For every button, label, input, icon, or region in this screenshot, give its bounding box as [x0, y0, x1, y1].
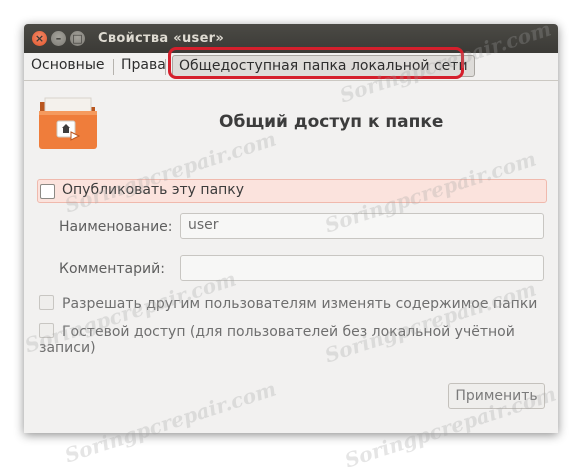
publish-folder-checkbox[interactable]: [40, 184, 55, 199]
tab-highlight-annotation: [168, 47, 464, 79]
close-icon[interactable]: ×: [32, 31, 47, 46]
page-title: Общий доступ к папке: [219, 112, 444, 132]
tab-general[interactable]: Основные: [31, 57, 105, 73]
minimize-icon[interactable]: –: [51, 31, 66, 46]
window-title: Свойства «user»: [98, 31, 225, 46]
guest-access-label: Гостевой доступ (для пользователей без л…: [39, 324, 515, 356]
tab-divider: [165, 59, 166, 75]
properties-window: × – □ Свойства «user» Основные Права Общ…: [24, 24, 558, 433]
allow-modify-checkbox[interactable]: [39, 295, 54, 310]
maximize-icon[interactable]: □: [70, 31, 85, 46]
publish-folder-row[interactable]: Опубликовать эту папку: [37, 179, 547, 203]
guest-access-row[interactable]: Гостевой доступ (для пользователей без л…: [39, 323, 558, 356]
comment-field[interactable]: [180, 255, 544, 281]
allow-modify-label: Разрешать другим пользователям изменять …: [62, 296, 538, 312]
guest-access-checkbox[interactable]: [39, 323, 54, 338]
apply-button[interactable]: Применить: [448, 383, 545, 409]
folder-share-icon: [39, 97, 97, 149]
publish-folder-label[interactable]: Опубликовать эту папку: [62, 182, 244, 198]
tab-divider: [113, 59, 114, 75]
allow-modify-row[interactable]: Разрешать другим пользователям изменять …: [39, 295, 537, 312]
name-label: Наименование:: [59, 219, 173, 235]
tab-permissions[interactable]: Права: [121, 57, 166, 73]
comment-label: Комментарий:: [59, 261, 165, 277]
name-field[interactable]: user: [180, 213, 544, 239]
